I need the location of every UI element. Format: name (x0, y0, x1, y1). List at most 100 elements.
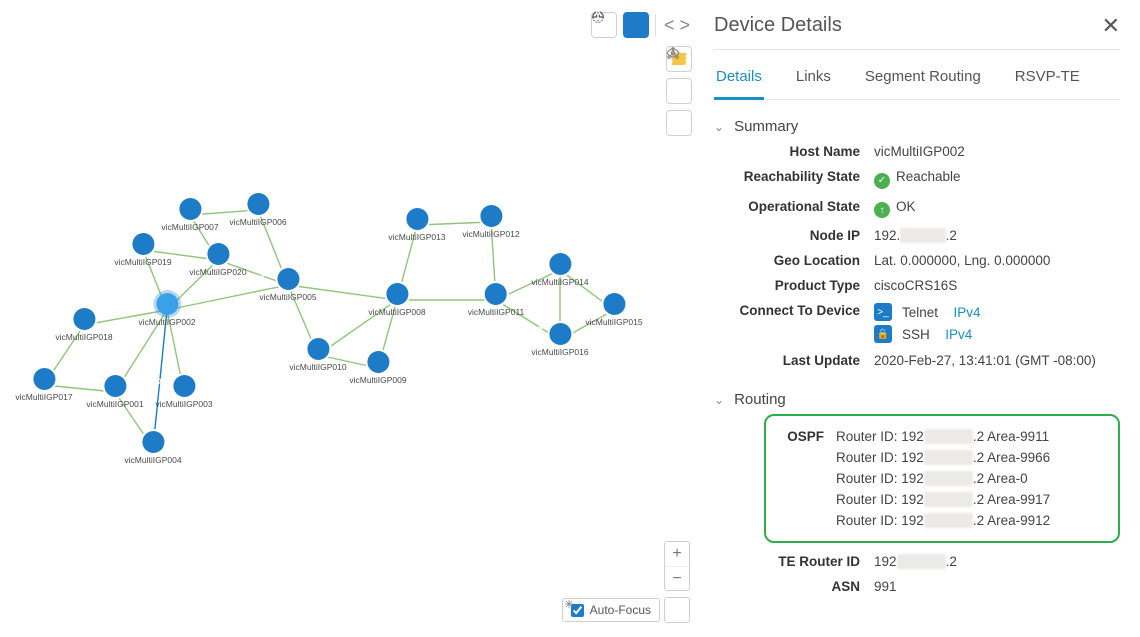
topology-node[interactable]: vicMultiIGP009 (349, 351, 406, 385)
telnet-ipv4-link[interactable]: IPv4 (954, 305, 981, 320)
topology-node[interactable]: vicMultiIGP010 (289, 338, 346, 372)
router-icon (132, 233, 154, 255)
visibility-button[interactable] (666, 78, 692, 104)
up-arrow-icon: ↑ (874, 202, 890, 218)
zoom-controls: + − (664, 541, 690, 591)
auto-focus-toggle[interactable]: Auto-Focus (562, 598, 660, 622)
router-icon (173, 375, 195, 397)
router-icon (33, 368, 55, 390)
telnet-label: Telnet (902, 305, 938, 320)
summary-header[interactable]: ⌄ Summary (714, 114, 1120, 139)
hierarchy-icon (666, 46, 680, 60)
router-icon (247, 193, 269, 215)
terminal-icon: >_ (874, 303, 892, 321)
router-icon (406, 208, 428, 230)
operational-value: ↑OK (874, 199, 1120, 219)
topology-node[interactable]: vicMultiIGP014 (531, 253, 588, 287)
ssh-ipv4-link[interactable]: IPv4 (945, 327, 972, 342)
ospf-row: OSPFRouter ID: 192.000.00.2 Area-9911 (766, 426, 1104, 447)
lock-icon: 🔒 (874, 325, 892, 343)
topology-node[interactable]: vicMultiIGP003 (155, 375, 212, 409)
router-icon (485, 283, 507, 305)
tab-segment-routing[interactable]: Segment Routing (863, 54, 983, 100)
router-icon (480, 205, 502, 227)
hostname-label: Host Name (714, 144, 874, 159)
topology-node[interactable]: vicMultiIGP018 (55, 308, 112, 342)
topology-node[interactable]: vicMultiIGP006 (229, 193, 286, 227)
nodeip-value: 192.000.00.2 (874, 228, 1120, 243)
product-label: Product Type (714, 278, 874, 293)
topology-canvas[interactable]: vicMultiIGP007 vicMultiIGP006 vicMultiIGP0… (0, 0, 700, 637)
router-icon (367, 351, 389, 373)
chevron-down-icon: ⌄ (714, 393, 724, 407)
auto-focus-label: Auto-Focus (590, 603, 651, 617)
tab-details[interactable]: Details (714, 54, 764, 100)
geo-value: Lat. 0.000000, Lng. 0.000000 (874, 253, 1120, 268)
topology-node[interactable]: vicMultiIGP015 (585, 293, 642, 327)
router-icon (549, 253, 571, 275)
router-icon (104, 375, 126, 397)
lastupdate-value: 2020-Feb-27, 13:41:01 (GMT -08:00) (874, 353, 1120, 368)
topology-node[interactable]: vicMultiIGP004 (124, 431, 181, 465)
ssh-label: SSH (902, 327, 930, 342)
operational-label: Operational State (714, 199, 874, 214)
reachability-label: Reachability State (714, 169, 874, 184)
router-icon (73, 308, 95, 330)
ospf-row: Router ID: 192.000.00.2 Area-9917 (766, 489, 1104, 510)
topology-node[interactable]: vicMultiIGP007 (161, 198, 218, 232)
terouterid-value: 192.000.00.2 (874, 554, 1120, 569)
topology-node[interactable]: vicMultiIGP012 (462, 205, 519, 239)
ospf-row: Router ID: 192.000.00.2 Area-9966 (766, 447, 1104, 468)
topology-node[interactable]: vicMultiIGP005 (259, 268, 316, 302)
router-icon (603, 293, 625, 315)
router-icon (549, 323, 571, 345)
zoom-in-button[interactable]: + (665, 542, 689, 566)
router-icon (277, 268, 299, 290)
nodeip-label: Node IP (714, 228, 874, 243)
router-icon (179, 198, 201, 220)
topology-node[interactable]: vicMultiIGP002 (138, 293, 195, 327)
topology-node[interactable]: vicMultiIGP013 (388, 208, 445, 242)
terouterid-label: TE Router ID (714, 554, 874, 569)
panel-tabs: Details Links Segment Routing RSVP-TE (714, 54, 1120, 100)
router-icon (142, 431, 164, 453)
panel-title: Device Details (714, 14, 842, 37)
fit-icon (562, 597, 576, 611)
tab-links[interactable]: Links (794, 54, 833, 100)
topology-node[interactable]: vicMultiIGP020 (189, 243, 246, 277)
topology-node[interactable]: vicMultiIGP011 (468, 283, 525, 317)
canvas-top-toolbar: < > (591, 10, 692, 40)
tab-rsvp-te[interactable]: RSVP-TE (1013, 54, 1082, 100)
hierarchy-button[interactable] (666, 110, 692, 136)
code-toggle-button[interactable]: < > (662, 10, 692, 40)
topology-node[interactable]: vicMultiIGP017 (15, 368, 72, 402)
lastupdate-label: Last Update (714, 353, 874, 368)
ospf-highlight-box: OSPFRouter ID: 192.000.00.2 Area-9911Rou… (764, 414, 1120, 543)
topology-node[interactable]: vicMultiIGP008 (368, 283, 425, 317)
details-panel: Device Details ✕ Details Links Segment Rou… (700, 0, 1140, 637)
connect-label: Connect To Device (714, 303, 874, 318)
reachability-value: ✓Reachable (874, 169, 1120, 189)
close-icon[interactable]: ✕ (1102, 15, 1120, 37)
ospf-row: Router ID: 192.000.00.2 Area-0 (766, 468, 1104, 489)
router-icon (307, 338, 329, 360)
zoom-out-button[interactable]: − (665, 566, 689, 590)
chevron-down-icon: ⌄ (714, 120, 724, 134)
topology-node[interactable]: vicMultiIGP019 (114, 233, 171, 267)
topology-node[interactable]: vicMultiIGP001 (86, 375, 143, 409)
hostname-value: vicMultiIGP002 (874, 144, 1120, 159)
ospf-row: Router ID: 192.000.00.2 Area-9912 (766, 510, 1104, 531)
topology-node[interactable]: vicMultiIGP016 (531, 323, 588, 357)
check-icon: ✓ (874, 173, 890, 189)
geo-label: Geo Location (714, 253, 874, 268)
routing-header[interactable]: ⌄ Routing (714, 387, 1120, 412)
router-icon (207, 243, 229, 265)
product-value: ciscoCRS16S (874, 278, 1120, 293)
fit-screen-button[interactable] (664, 597, 690, 623)
canvas-side-toolbar (666, 46, 692, 136)
asn-value: 991 (874, 579, 1120, 594)
router-icon (156, 293, 178, 315)
asn-label: ASN (714, 579, 874, 594)
router-icon (386, 283, 408, 305)
topology-view-button[interactable] (623, 12, 649, 38)
